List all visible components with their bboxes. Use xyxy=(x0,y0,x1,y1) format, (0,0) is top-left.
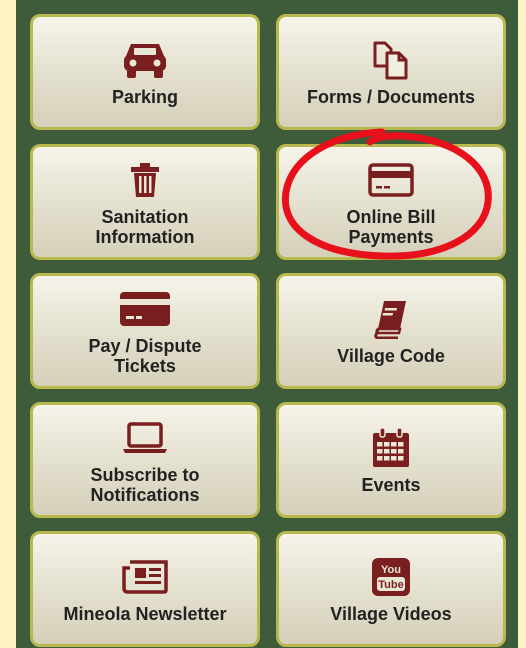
events-label: Events xyxy=(361,475,421,495)
village-code-tile[interactable]: Village Code xyxy=(276,273,506,389)
parking-tile[interactable]: Parking xyxy=(30,14,260,130)
laptop-icon xyxy=(122,415,168,461)
book-icon xyxy=(374,296,408,342)
forms-documents-label: Forms / Documents xyxy=(306,87,476,107)
documents-icon xyxy=(371,37,411,83)
village-videos-tile[interactable]: You Tube Village Videos xyxy=(276,531,506,647)
trash-can-icon xyxy=(130,157,160,203)
subscribe-notifications-label: Subscribe to Notifications xyxy=(90,465,200,505)
credit-card-icon xyxy=(368,157,414,203)
sanitation-information-tile[interactable]: Sanitation Information xyxy=(30,144,260,260)
mineola-newsletter-label: Mineola Newsletter xyxy=(63,604,227,624)
calendar-icon xyxy=(371,425,411,471)
events-tile[interactable]: Events xyxy=(276,402,506,518)
village-videos-label: Village Videos xyxy=(330,604,452,624)
youtube-icon: You Tube xyxy=(371,554,411,600)
village-code-label: Village Code xyxy=(337,346,445,366)
newspaper-icon xyxy=(122,554,168,600)
mineola-newsletter-tile[interactable]: Mineola Newsletter xyxy=(30,531,260,647)
parking-label: Parking xyxy=(111,87,179,107)
online-bill-payments-label: Online Bill Payments xyxy=(346,207,436,247)
car-icon xyxy=(122,37,168,83)
pay-dispute-tickets-tile[interactable]: Pay / Dispute Tickets xyxy=(30,273,260,389)
online-bill-payments-tile[interactable]: Online Bill Payments xyxy=(276,144,506,260)
sanitation-information-label: Sanitation Information xyxy=(95,207,195,247)
quick-links-panel: Parking Forms / Documents Sanitation Inf… xyxy=(16,0,518,648)
pay-dispute-tickets-label: Pay / Dispute Tickets xyxy=(88,336,202,376)
credit-card-icon xyxy=(119,286,171,332)
forms-documents-tile[interactable]: Forms / Documents xyxy=(276,14,506,130)
subscribe-notifications-tile[interactable]: Subscribe to Notifications xyxy=(30,402,260,518)
youtube-you-text: You xyxy=(381,564,401,576)
youtube-tube-text: Tube xyxy=(378,579,403,591)
